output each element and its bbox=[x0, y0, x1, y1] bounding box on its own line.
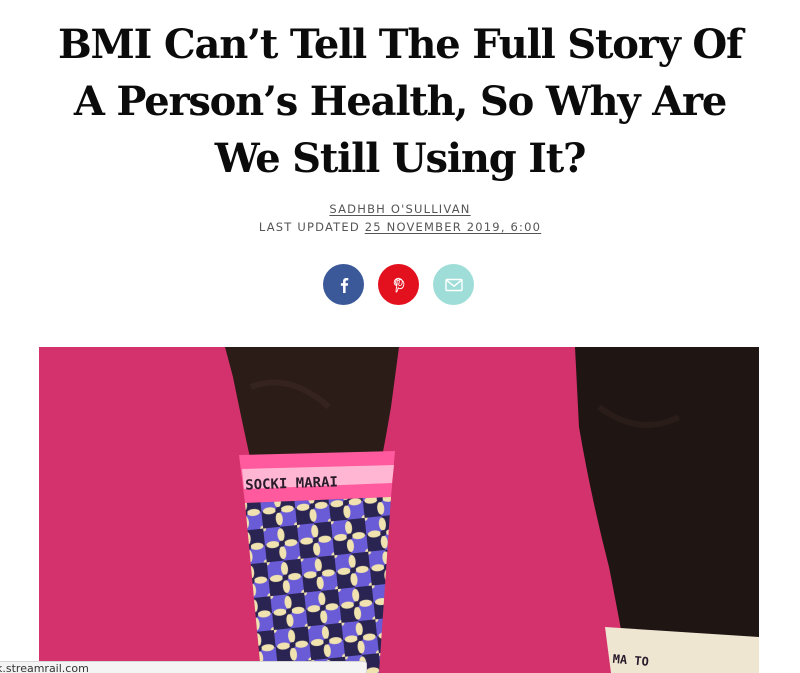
byline: SADHBH O'SULLIVAN bbox=[0, 201, 800, 217]
facebook-share-button[interactable] bbox=[323, 264, 364, 305]
pinterest-share-button[interactable] bbox=[378, 264, 419, 305]
mail-icon bbox=[444, 278, 463, 291]
headline-line-2: A Person’s Health, So Why Are bbox=[73, 78, 728, 125]
browser-status-bar: k.streamrail.com bbox=[0, 661, 367, 673]
hero-illustration: SOCKI MARAI MA TO bbox=[39, 347, 759, 673]
article-headline: BMI Can’t Tell The Full Story Of A Perso… bbox=[40, 16, 760, 187]
last-updated: LAST UPDATED 25 NOVEMBER 2019, 6:00 bbox=[0, 219, 800, 235]
status-bar-url: k.streamrail.com bbox=[0, 662, 89, 673]
email-share-button[interactable] bbox=[433, 264, 474, 305]
share-buttons bbox=[0, 264, 800, 305]
last-updated-date-link[interactable]: 25 NOVEMBER 2019, 6:00 bbox=[365, 220, 541, 234]
sock-band-text: SOCKI MARAI bbox=[245, 474, 338, 493]
pinterest-icon bbox=[393, 277, 404, 293]
author-link[interactable]: SADHBH O'SULLIVAN bbox=[329, 202, 470, 216]
headline-line-1: BMI Can’t Tell The Full Story Of bbox=[57, 21, 743, 68]
hero-image: SOCKI MARAI MA TO bbox=[39, 347, 759, 673]
facebook-icon bbox=[340, 277, 348, 293]
headline-line-3: We Still Using It? bbox=[214, 135, 587, 182]
last-updated-label: LAST UPDATED bbox=[258, 220, 360, 234]
